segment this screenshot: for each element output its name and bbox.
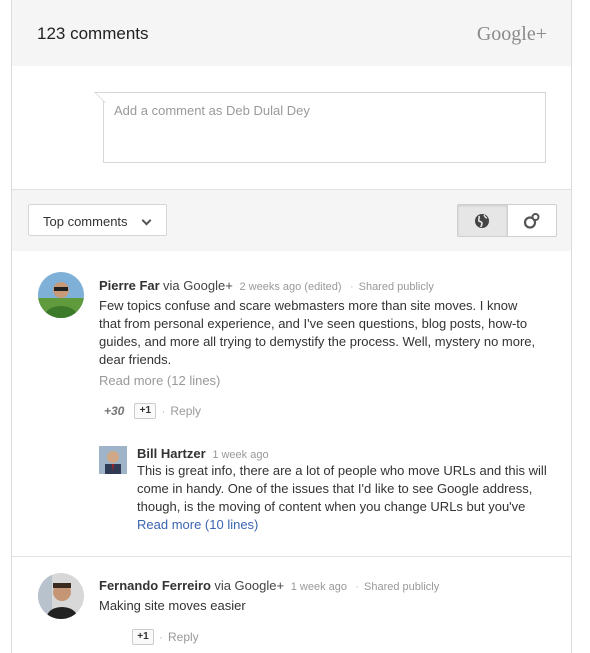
- comments-toolbar: Top comments: [12, 189, 571, 251]
- comment-input[interactable]: Add a comment as Deb Dulal Dey: [103, 92, 546, 163]
- sort-dropdown-label: Top comments: [43, 214, 128, 229]
- via-label: via Google+: [214, 578, 285, 593]
- author-name[interactable]: Pierre Far: [99, 278, 160, 293]
- avatar[interactable]: [38, 573, 84, 619]
- chevron-down-icon: [141, 215, 152, 226]
- separator-dot: ·: [355, 581, 360, 593]
- timestamp[interactable]: 1 week ago: [212, 449, 268, 461]
- comment-input-placeholder: Add a comment as Deb Dulal Dey: [114, 103, 310, 118]
- comments-widget: 123 comments Google+ Add a comment as De…: [11, 0, 572, 653]
- comment-count: 123 comments: [37, 24, 149, 43]
- visibility-label: Shared publicly: [358, 281, 434, 293]
- circles-icon: [523, 212, 540, 229]
- separator-dot: ·: [159, 630, 163, 644]
- google-plus-logo[interactable]: Google+: [477, 23, 547, 46]
- comment-text: Few topics confuse and scare webmasters …: [99, 298, 536, 367]
- comment-actions: +1 · Reply: [132, 629, 199, 645]
- reply-text: This is great info, there are a lot of p…: [137, 463, 547, 514]
- view-public-button[interactable]: [458, 205, 508, 236]
- plus-one-button[interactable]: +1: [132, 629, 154, 645]
- view-circles-button[interactable]: [508, 205, 557, 236]
- timestamp[interactable]: 1 week ago: [291, 581, 347, 593]
- view-toggle: [457, 204, 557, 237]
- comment-meta: Pierre Far via Google+ 2 weeks ago (edit…: [99, 278, 434, 293]
- reply-link[interactable]: Reply: [168, 630, 199, 644]
- read-more-link[interactable]: Read more (12 lines): [99, 373, 220, 388]
- comment-actions: +30 +1 · Reply: [104, 403, 201, 419]
- visibility-label: Shared publicly: [364, 581, 440, 593]
- comment-text: Making site moves easier: [99, 598, 246, 613]
- divider: [12, 556, 571, 557]
- avatar[interactable]: [99, 446, 127, 474]
- separator-dot: ·: [349, 281, 354, 293]
- reply-meta: Bill Hartzer 1 week ago: [137, 446, 269, 461]
- via-label: via Google+: [163, 278, 233, 293]
- read-more-link[interactable]: Read more (10 lines): [137, 517, 258, 532]
- separator-dot: ·: [161, 404, 166, 418]
- author-name[interactable]: Fernando Ferreiro: [99, 578, 211, 593]
- plus-one-button[interactable]: +1: [134, 403, 157, 419]
- author-name[interactable]: Bill Hartzer: [137, 446, 206, 461]
- plus-count: +30: [104, 404, 125, 418]
- globe-icon: [475, 213, 490, 228]
- sort-dropdown[interactable]: Top comments: [28, 204, 167, 236]
- comment-meta: Fernando Ferreiro via Google+ 1 week ago…: [99, 578, 439, 593]
- avatar[interactable]: [38, 272, 84, 318]
- timestamp[interactable]: 2 weeks ago (edited): [239, 281, 341, 293]
- reply-link[interactable]: Reply: [170, 404, 201, 418]
- comments-header: 123 comments Google+: [12, 0, 571, 66]
